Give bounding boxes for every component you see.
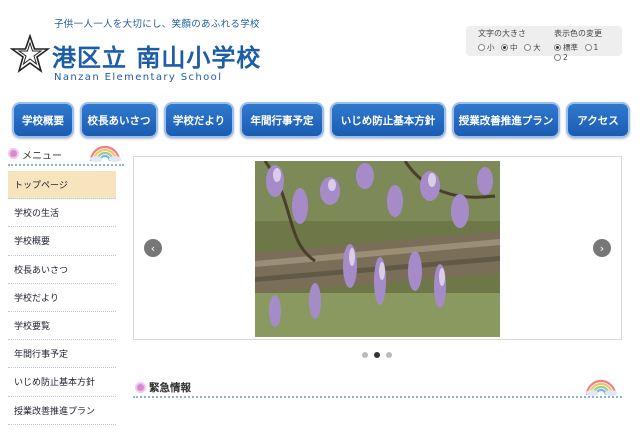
- emergency-title: 緊急情報: [149, 382, 191, 394]
- radio-selected-icon[interactable]: [554, 44, 561, 51]
- font-size-medium[interactable]: 中: [501, 42, 518, 53]
- radio-icon[interactable]: [554, 54, 561, 61]
- tagline: 子供一人一人を大切にし、笑顔のあふれる学校: [54, 19, 260, 30]
- menu-item-principal-greeting[interactable]: 校長あいさつ: [8, 256, 116, 284]
- site-header: 子供一人一人を大切にし、笑顔のあふれる学校 港区立 南山小学校 Nanzan E…: [0, 0, 640, 100]
- font-size-large[interactable]: 大: [524, 42, 541, 53]
- color-title: 表示色の変更: [554, 29, 602, 38]
- radio-icon[interactable]: [478, 44, 485, 51]
- rainbow-icon: [89, 145, 121, 162]
- color-setting: 表示色の変更 標準 1 2: [554, 28, 622, 63]
- rainbow-icon: [585, 379, 617, 396]
- font-size-small[interactable]: 小: [478, 42, 495, 53]
- wisteria-photo: [255, 161, 500, 337]
- menu-item-top-page[interactable]: トップページ: [8, 171, 116, 200]
- slider-dot-3[interactable]: [386, 352, 392, 358]
- font-size-setting: 文字の大きさ 小 中 大: [478, 28, 545, 53]
- nav-anti-bullying-policy[interactable]: いじめ防止基本方針: [330, 102, 446, 138]
- radio-icon[interactable]: [584, 44, 592, 51]
- display-settings: 文字の大きさ 小 中 大 表示色の変更 標準 1 2: [466, 26, 622, 62]
- menu-item-anti-bullying-policy[interactable]: いじめ防止基本方針: [8, 368, 116, 397]
- menu-item-annual-events[interactable]: 年間行事予定: [8, 340, 116, 369]
- slider-prev-button[interactable]: ‹: [144, 239, 162, 257]
- school-name-en: Nanzan Elementary School: [54, 72, 223, 83]
- side-menu: トップページ 学校の生活 学校概要 校長あいさつ 学校だより 学校要覧 年間行事…: [8, 171, 116, 425]
- bullet-icon: [8, 148, 19, 159]
- slider-dot-2[interactable]: [374, 352, 380, 358]
- school-name[interactable]: 港区立 南山小学校: [52, 38, 261, 73]
- bullet-icon: [135, 382, 146, 393]
- font-size-title: 文字の大きさ: [478, 29, 526, 38]
- nav-school-newsletter[interactable]: 学校だより: [164, 102, 234, 138]
- color-standard[interactable]: 標準: [554, 42, 578, 53]
- nav-lesson-improvement-plan[interactable]: 授業改善推進プラン: [452, 102, 560, 138]
- radio-selected-icon[interactable]: [501, 44, 509, 51]
- menu-item-school-life[interactable]: 学校の生活: [8, 199, 116, 228]
- slider-dot-1[interactable]: [362, 352, 368, 358]
- school-emblem-icon[interactable]: [10, 34, 50, 74]
- slider-next-button[interactable]: ›: [593, 239, 611, 257]
- menu-heading: メニュー: [8, 144, 124, 166]
- menu-item-school-overview[interactable]: 学校概要: [8, 227, 116, 256]
- menu-title: メニュー: [22, 151, 62, 162]
- color-2[interactable]: 2: [554, 53, 568, 62]
- color-1[interactable]: 1: [584, 43, 598, 52]
- slider-pagination: [360, 350, 400, 360]
- nav-school-overview[interactable]: 学校概要: [12, 102, 74, 138]
- nav-principal-greeting[interactable]: 校長あいさつ: [80, 102, 158, 138]
- nav-annual-events[interactable]: 年間行事予定: [240, 102, 324, 138]
- nav-access[interactable]: アクセス: [566, 102, 630, 138]
- emergency-section: 緊急情報: [133, 376, 622, 398]
- menu-item-lesson-improvement-plan[interactable]: 授業改善推進プラン: [8, 397, 116, 425]
- image-slider: ‹ ›: [133, 156, 622, 340]
- radio-icon[interactable]: [524, 44, 532, 51]
- menu-item-school-newsletter[interactable]: 学校だより: [8, 284, 116, 312]
- global-nav: 学校概要 校長あいさつ 学校だより 年間行事予定 いじめ防止基本方針 授業改善推…: [12, 102, 632, 138]
- menu-item-school-brochure[interactable]: 学校要覧: [8, 312, 116, 341]
